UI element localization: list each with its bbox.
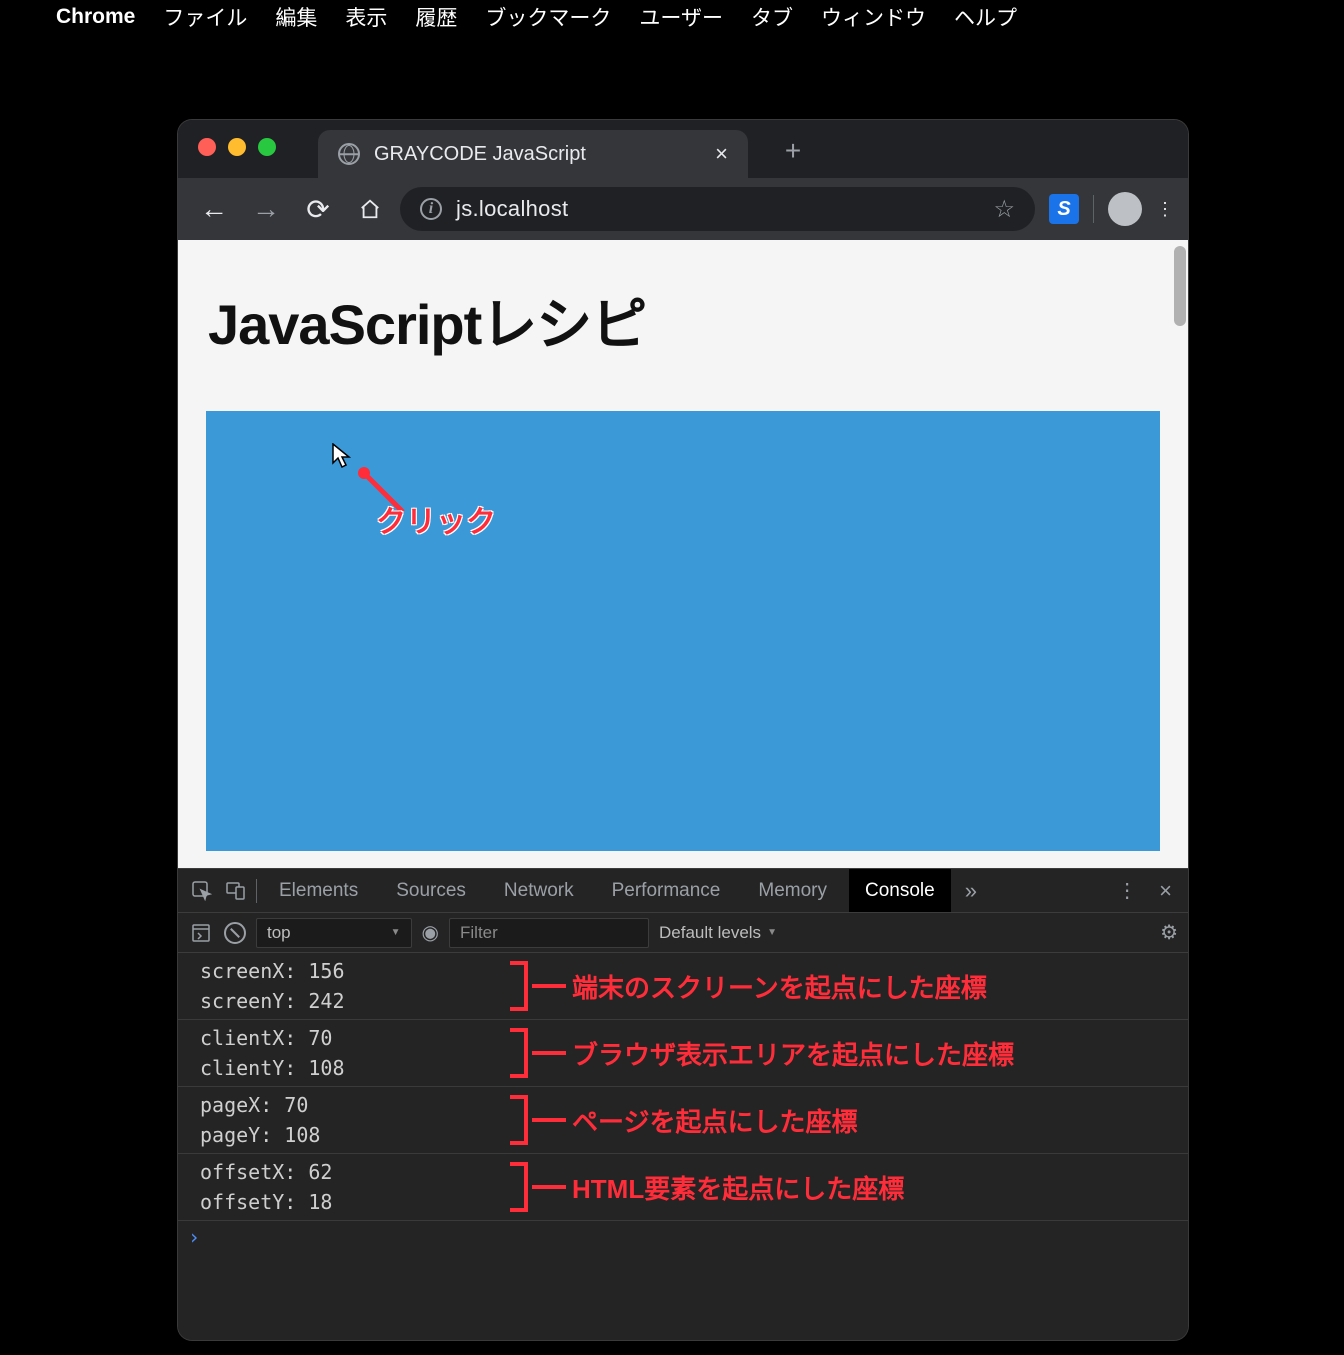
window-zoom-button[interactable] — [258, 138, 276, 156]
menu-tabs[interactable]: タブ — [751, 2, 793, 32]
toolbar-separator — [1093, 195, 1094, 223]
console-row: screenX: 156 screenY: 242 端末のスクリーンを起点にした… — [178, 953, 1188, 1020]
menu-edit[interactable]: 編集 — [275, 2, 317, 32]
profile-avatar[interactable] — [1108, 192, 1142, 226]
cursor-arrow-icon — [332, 443, 354, 476]
console-annotation: ブラウザ表示エリアを起点にした座標 — [510, 1028, 1014, 1078]
console-annotation: ページを起点にした座標 — [510, 1095, 857, 1145]
devtab-performance[interactable]: Performance — [596, 869, 737, 912]
devtabs-overflow-icon[interactable]: » — [957, 878, 985, 904]
annotation-text: ブラウザ表示エリアを起点にした座標 — [572, 1035, 1014, 1072]
dash-icon — [532, 1051, 566, 1055]
execution-context-select[interactable]: top ▼ — [256, 918, 412, 948]
console-row: pageX: 70 pageY: 108 ページを起点にした座標 — [178, 1087, 1188, 1154]
window-close-button[interactable] — [198, 138, 216, 156]
tab-strip: GRAYCODE JavaScript × + — [178, 120, 1188, 178]
menubar-app-name[interactable]: Chrome — [56, 5, 135, 29]
menu-users[interactable]: ユーザー — [639, 2, 723, 32]
browser-window: GRAYCODE JavaScript × + ← → ⟳ i js.local… — [178, 120, 1188, 1340]
globe-icon — [338, 143, 360, 165]
devtools-menu-button[interactable]: ⋮ — [1107, 878, 1147, 903]
annotation-text: ページを起点にした座標 — [572, 1102, 857, 1139]
menu-bookmarks[interactable]: ブックマーク — [485, 2, 611, 32]
console-filter-placeholder: Filter — [460, 923, 498, 943]
dropdown-triangle-icon: ▼ — [767, 927, 777, 938]
page-scrollbar[interactable] — [1174, 246, 1186, 326]
devtab-network[interactable]: Network — [488, 869, 590, 912]
log-levels-select[interactable]: Default levels ▼ — [659, 923, 777, 943]
window-traffic-lights — [198, 138, 276, 156]
nav-home-button[interactable] — [348, 187, 392, 231]
nav-back-button[interactable]: ← — [192, 187, 236, 231]
menu-history[interactable]: 履歴 — [415, 2, 457, 32]
menu-view[interactable]: 表示 — [345, 2, 387, 32]
device-toggle-icon[interactable] — [222, 877, 250, 905]
tab-close-button[interactable]: × — [715, 141, 728, 167]
console-row: offsetX: 62 offsetY: 18 HTML要素を起点にした座標 — [178, 1154, 1188, 1221]
console-annotation: HTML要素を起点にした座標 — [510, 1162, 904, 1212]
macos-menubar: Chrome ファイル 編集 表示 履歴 ブックマーク ユーザー タブ ウィンド… — [0, 0, 1344, 34]
site-info-icon[interactable]: i — [420, 198, 442, 220]
console-sidebar-toggle-icon[interactable] — [188, 920, 214, 946]
new-tab-button[interactable]: + — [778, 136, 808, 166]
menu-file[interactable]: ファイル — [163, 2, 247, 32]
browser-tab[interactable]: GRAYCODE JavaScript × — [318, 130, 748, 178]
devtools-separator — [256, 879, 257, 903]
bracket-icon — [510, 961, 528, 1011]
dash-icon — [532, 1118, 566, 1122]
menu-help[interactable]: ヘルプ — [954, 2, 1017, 32]
console-settings-icon[interactable]: ⚙ — [1160, 920, 1178, 945]
page-heading: JavaScriptレシピ — [178, 240, 1188, 391]
devtab-console[interactable]: Console — [849, 869, 951, 912]
dash-icon — [532, 1185, 566, 1189]
click-annotation-label: クリック — [376, 497, 496, 541]
clear-console-icon[interactable] — [224, 922, 246, 944]
console-prompt[interactable]: › — [178, 1221, 1188, 1249]
page-viewport: JavaScriptレシピ クリック — [178, 240, 1188, 868]
console-output[interactable]: screenX: 156 screenY: 242 端末のスクリーンを起点にした… — [178, 953, 1188, 1340]
execution-context-value: top — [267, 923, 291, 943]
toolbar-extensions: S ⋮ — [1043, 192, 1174, 226]
demo-blue-box[interactable]: クリック — [206, 411, 1160, 851]
dropdown-triangle-icon: ▼ — [391, 927, 401, 938]
tab-title: GRAYCODE JavaScript — [374, 143, 701, 166]
bracket-icon — [510, 1162, 528, 1212]
bookmark-star-icon[interactable]: ☆ — [993, 195, 1015, 224]
console-toolbar: top ▼ ◉ Filter Default levels ▼ ⚙ — [178, 913, 1188, 953]
live-expression-icon[interactable]: ◉ — [422, 920, 439, 945]
devtab-elements[interactable]: Elements — [263, 869, 374, 912]
dash-icon — [532, 984, 566, 988]
devtools-panel: Elements Sources Network Performance Mem… — [178, 868, 1188, 1340]
devtools-close-button[interactable]: × — [1153, 878, 1178, 904]
browser-menu-button[interactable]: ⋮ — [1156, 206, 1174, 212]
window-minimize-button[interactable] — [228, 138, 246, 156]
extension-s-icon[interactable]: S — [1049, 194, 1079, 224]
console-annotation: 端末のスクリーンを起点にした座標 — [510, 961, 987, 1011]
nav-reload-button[interactable]: ⟳ — [296, 187, 340, 231]
console-filter-input[interactable]: Filter — [449, 918, 649, 948]
inspect-element-icon[interactable] — [188, 877, 216, 905]
url-text: js.localhost — [456, 196, 979, 222]
devtools-tab-bar: Elements Sources Network Performance Mem… — [178, 869, 1188, 913]
bracket-icon — [510, 1028, 528, 1078]
annotation-text: 端末のスクリーンを起点にした座標 — [572, 968, 987, 1005]
log-levels-label: Default levels — [659, 923, 761, 943]
nav-forward-button[interactable]: → — [244, 187, 288, 231]
address-omnibox[interactable]: i js.localhost ☆ — [400, 187, 1035, 231]
devtab-sources[interactable]: Sources — [380, 869, 482, 912]
devtab-memory[interactable]: Memory — [742, 869, 843, 912]
annotation-text: HTML要素を起点にした座標 — [572, 1169, 904, 1206]
address-bar: ← → ⟳ i js.localhost ☆ S ⋮ — [178, 178, 1188, 240]
menu-window[interactable]: ウィンドウ — [821, 2, 926, 32]
console-row: clientX: 70 clientY: 108 ブラウザ表示エリアを起点にした… — [178, 1020, 1188, 1087]
bracket-icon — [510, 1095, 528, 1145]
